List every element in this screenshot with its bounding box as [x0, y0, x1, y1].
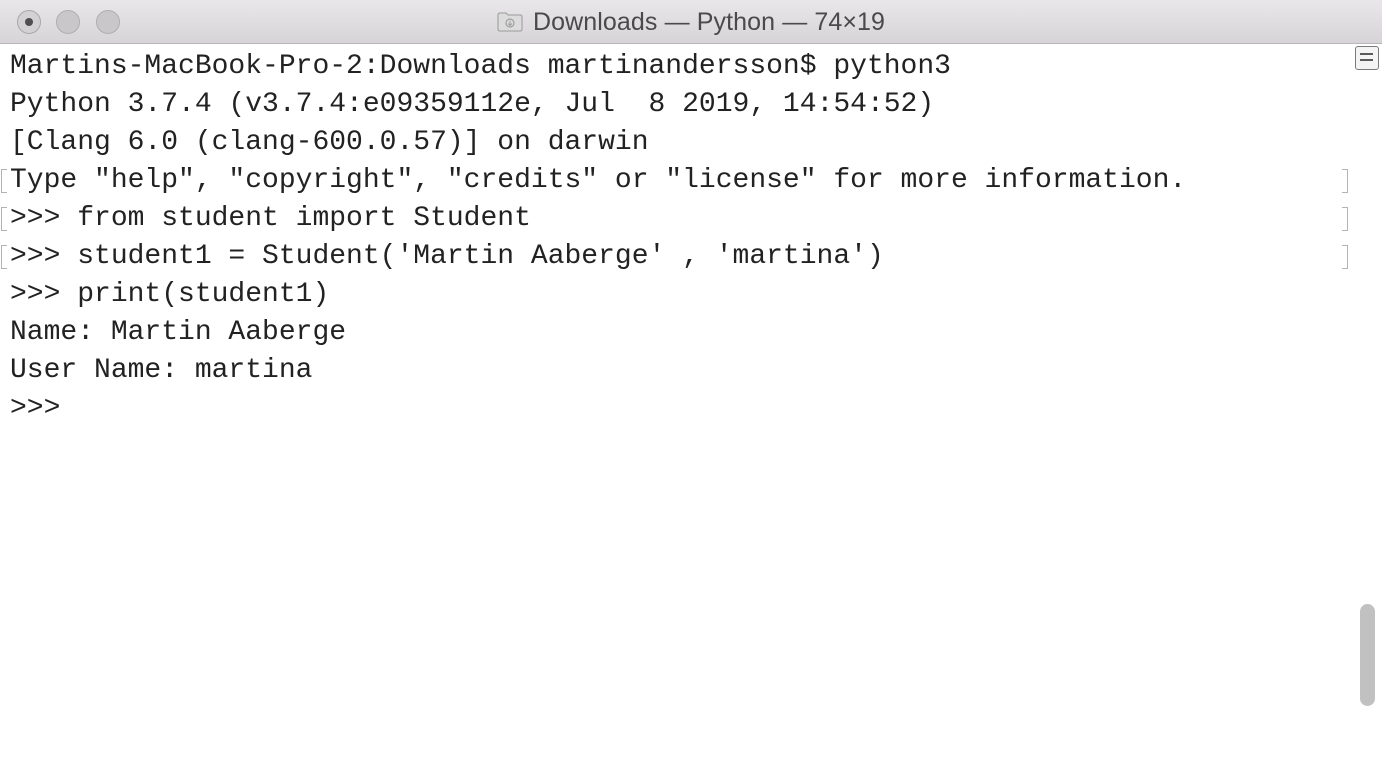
title-bar[interactable]: Downloads — Python — 74×19 — [0, 0, 1382, 44]
terminal-line: Type "help", "copyright", "credits" or "… — [10, 165, 1187, 196]
terminal-prompt: >>> — [10, 393, 78, 424]
terminal-line: >>> from student import Student — [10, 203, 531, 234]
terminal-line: >>> print(student1) — [10, 279, 330, 310]
split-pane-icon — [1360, 53, 1373, 55]
line-mark-left — [1, 169, 7, 193]
terminal-line: >>> student1 = Student('Martin Aaberge' … — [10, 241, 884, 272]
line-mark-left — [1, 207, 7, 231]
terminal-line: Martins-MacBook-Pro-2:Downloads martinan… — [10, 51, 951, 82]
line-mark-right — [1342, 245, 1348, 269]
split-pane-button[interactable] — [1355, 46, 1379, 70]
line-mark-left — [1, 245, 7, 269]
window-title: Downloads — Python — 74×19 — [532, 7, 886, 36]
split-pane-icon-line — [1360, 59, 1373, 61]
terminal-line: User Name: martina — [10, 355, 313, 386]
terminal-line: Name: Martin Aaberge — [10, 317, 347, 348]
terminal-line: [Clang 6.0 (clang-600.0.57)] on darwin — [10, 127, 649, 158]
terminal-line: Python 3.7.4 (v3.7.4:e09359112e, Jul 8 2… — [10, 89, 935, 120]
line-mark-right — [1342, 169, 1348, 193]
terminal-output[interactable]: Martins-MacBook-Pro-2:Downloads martinan… — [0, 45, 1352, 778]
terminal-window: Downloads — Python — 74×19 Martins-MacBo… — [0, 0, 1382, 778]
line-mark-right — [1342, 207, 1348, 231]
window-title-group: Downloads — Python — 74×19 — [0, 0, 1382, 44]
scrollbar-thumb[interactable] — [1360, 604, 1375, 706]
folder-icon — [497, 12, 523, 32]
